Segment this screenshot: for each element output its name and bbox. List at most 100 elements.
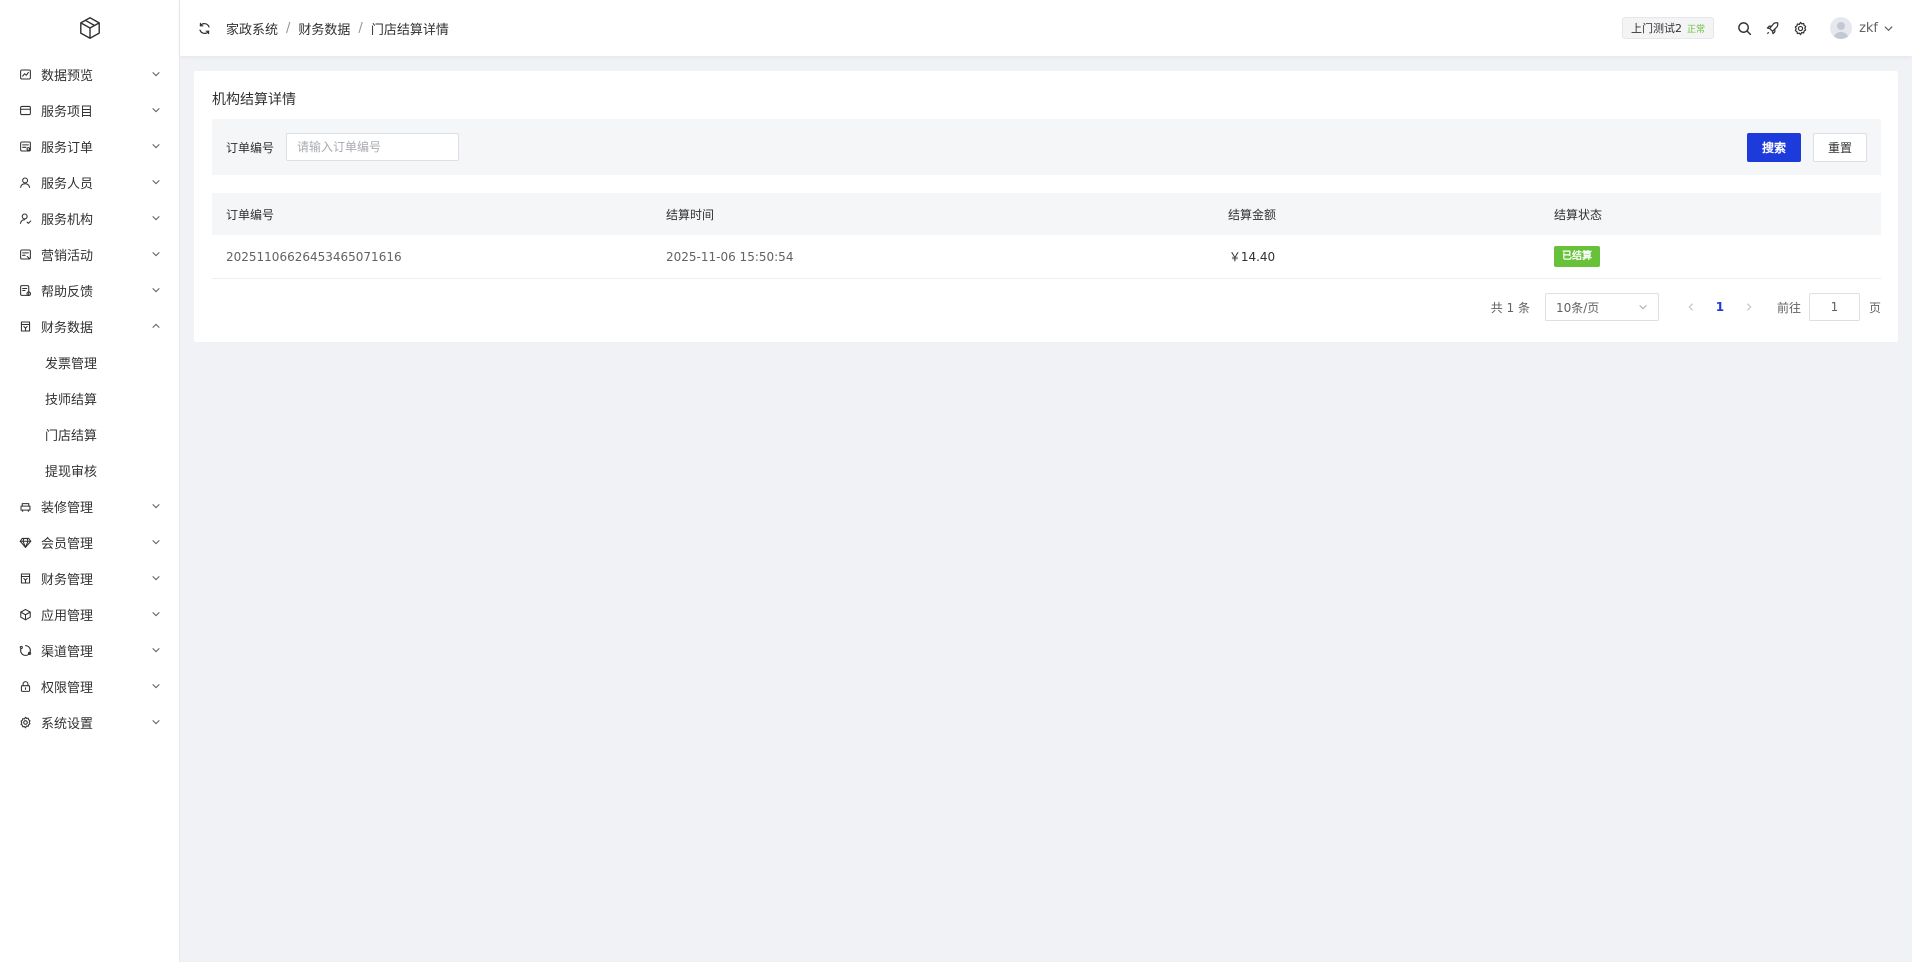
- shop-status: 正常: [1687, 24, 1706, 35]
- sidebar-item-label: 服务人员: [41, 176, 94, 192]
- breadcrumb-separator: /: [358, 20, 363, 36]
- decor-icon: [18, 499, 32, 513]
- shop-name: 上门测试2: [1631, 22, 1683, 35]
- chevron-down-icon: [1884, 25, 1893, 31]
- sidebar-item-14[interactable]: 系统设置: [0, 704, 179, 740]
- sidebar-item-label: 装修管理: [41, 500, 94, 516]
- breadcrumb-item-home[interactable]: 家政系统: [226, 19, 278, 38]
- gear-icon[interactable]: [1792, 20, 1808, 36]
- status-badge: 已结算: [1554, 246, 1600, 267]
- chevron-down-icon: [151, 285, 161, 295]
- sidebar-item-label: 会员管理: [41, 536, 94, 552]
- page-title: 机构结算详情: [212, 92, 296, 108]
- sidebar-item-label: 服务项目: [41, 104, 94, 120]
- search-bar: 订单编号 搜索 重置: [212, 119, 1881, 175]
- chevron-down-icon: [151, 213, 161, 223]
- lock-icon: [18, 679, 32, 693]
- sidebar-item-11[interactable]: 应用管理: [0, 596, 179, 632]
- sidebar-item-7[interactable]: 财务数据: [0, 308, 179, 344]
- sidebar-item-label: 财务数据: [41, 320, 94, 336]
- marketing-icon: [18, 247, 32, 261]
- cell-settle-time: 2025-11-06 15:50:54: [666, 249, 794, 264]
- feedback-icon: [18, 283, 32, 297]
- search-icon[interactable]: [1736, 20, 1752, 36]
- chevron-down-icon: [151, 573, 161, 583]
- sidebar-subitem-2[interactable]: 门店结算: [0, 416, 179, 452]
- chevron-down-icon: [151, 609, 161, 619]
- gear-icon: [18, 715, 32, 729]
- chart-icon: [18, 67, 32, 81]
- sidebar-item-6[interactable]: 帮助反馈: [0, 272, 179, 308]
- sidebar-subitem-0[interactable]: 发票管理: [0, 344, 179, 380]
- cube-logo-icon: [79, 17, 100, 39]
- sidebar-item-0[interactable]: 数据预览: [0, 56, 179, 92]
- prev-page-button[interactable]: [1677, 293, 1705, 321]
- goto-suffix: 页: [1868, 300, 1881, 315]
- chevron-down-icon: [151, 681, 161, 691]
- chevron-down-icon: [151, 177, 161, 187]
- next-page-button[interactable]: [1735, 293, 1763, 321]
- goto-page-input[interactable]: [1808, 293, 1860, 321]
- rocket-icon[interactable]: [1764, 20, 1780, 36]
- cell-status: 已结算: [1322, 246, 1881, 267]
- sidebar-item-5[interactable]: 营销活动: [0, 236, 179, 272]
- sidebar-item-1[interactable]: 服务项目: [0, 92, 179, 128]
- username: zkf: [1859, 20, 1878, 36]
- sidebar-item-label: 应用管理: [41, 608, 94, 624]
- finance-icon: [18, 571, 32, 585]
- sidebar-item-10[interactable]: 财务管理: [0, 560, 179, 596]
- refresh-icon[interactable]: [196, 20, 212, 36]
- top-header: 家政系统 / 财务数据 / 门店结算详情 上门测试2 正常 zkf: [180, 0, 1912, 56]
- user-icon: [18, 175, 32, 189]
- chevron-down-icon: [151, 249, 161, 259]
- settlement-table: 订单编号 结算时间 结算金额 结算状态 20251106626453465071…: [212, 193, 1881, 279]
- chevron-right-icon: [1746, 303, 1752, 311]
- sidebar-menu: 数据预览服务项目服务订单服务人员服务机构营销活动帮助反馈财务数据发票管理 技师结算…: [0, 56, 179, 740]
- cube-icon: [18, 607, 32, 621]
- chevron-down-icon: [151, 717, 161, 727]
- sidebar-item-label: 帮助反馈: [41, 284, 94, 300]
- sidebar-item-9[interactable]: 会员管理: [0, 524, 179, 560]
- sidebar-item-3[interactable]: 服务人员: [0, 164, 179, 200]
- sidebar: 数据预览服务项目服务订单服务人员服务机构营销活动帮助反馈财务数据发票管理 技师结算…: [0, 0, 180, 962]
- avatar: [1830, 17, 1853, 39]
- sidebar-item-label: 渠道管理: [41, 644, 94, 660]
- breadcrumb-item-finance[interactable]: 财务数据: [298, 19, 350, 38]
- settlement-detail-card: 机构结算详情 订单编号 搜索 重置 订单编号 结算时间 结算金额 结算状态 20…: [194, 71, 1898, 342]
- order-no-input[interactable]: [286, 133, 460, 161]
- search-button[interactable]: 搜索: [1747, 132, 1801, 162]
- logo[interactable]: [0, 0, 179, 56]
- wallet-icon: [18, 103, 32, 117]
- reset-button[interactable]: 重置: [1813, 132, 1867, 162]
- sidebar-subitem-1[interactable]: 技师结算: [0, 380, 179, 416]
- page-number-current[interactable]: 1: [1705, 293, 1735, 321]
- sidebar-item-12[interactable]: 渠道管理: [0, 632, 179, 668]
- breadcrumb-separator: /: [286, 20, 291, 36]
- sidebar-item-4[interactable]: 服务机构: [0, 200, 179, 236]
- sidebar-item-label: 权限管理: [41, 680, 94, 696]
- sidebar-item-2[interactable]: 服务订单: [0, 128, 179, 164]
- sidebar-item-label: 服务订单: [41, 140, 94, 156]
- cell-amount: ￥14.40: [1228, 250, 1276, 264]
- finance-icon: [18, 319, 32, 333]
- pagination: 共 1 条 10条/页 1 前往 页: [1491, 293, 1881, 321]
- user-menu[interactable]: zkf: [1830, 17, 1894, 39]
- sidebar-item-13[interactable]: 权限管理: [0, 668, 179, 704]
- chevron-up-icon: [151, 321, 161, 331]
- diamond-icon: [18, 535, 32, 549]
- col-settle-time: 结算时间: [666, 207, 715, 222]
- col-status: 结算状态: [1554, 207, 1603, 222]
- chevron-down-icon: [151, 645, 161, 655]
- col-amount: 结算金额: [1227, 207, 1276, 222]
- page-size-value: 10条/页: [1555, 300, 1600, 315]
- shop-switcher[interactable]: 上门测试2 正常: [1622, 17, 1715, 39]
- sidebar-subitem-3[interactable]: 提现审核: [0, 452, 179, 488]
- sidebar-item-8[interactable]: 装修管理: [0, 488, 179, 524]
- sidebar-item-label: 系统设置: [41, 716, 94, 732]
- col-order-no: 订单编号: [226, 207, 275, 222]
- cell-order-no: 20251106626453465071616: [226, 249, 402, 264]
- channel-icon: [18, 643, 32, 657]
- breadcrumb: 家政系统 / 财务数据 / 门店结算详情: [226, 19, 449, 38]
- sidebar-item-label: 服务机构: [41, 212, 94, 228]
- page-size-select[interactable]: 10条/页: [1544, 293, 1659, 321]
